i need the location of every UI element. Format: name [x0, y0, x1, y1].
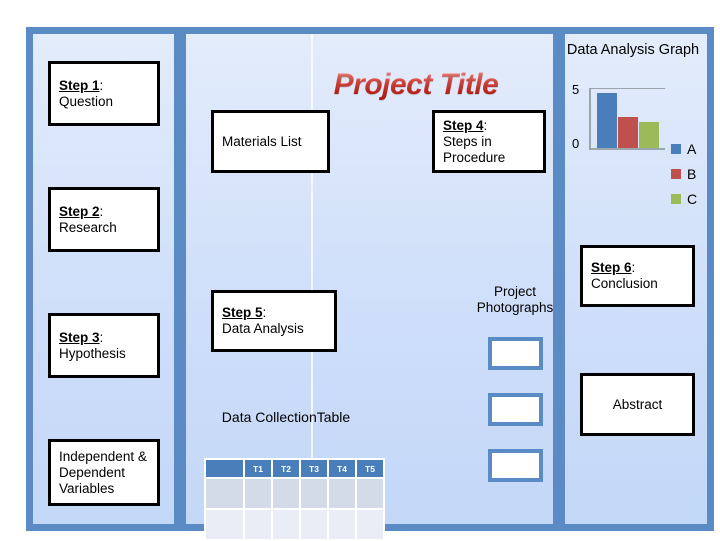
table-cell[interactable]: [301, 479, 327, 508]
chart-ytick-min: 0: [572, 136, 580, 151]
step-4-separator: :: [483, 117, 488, 133]
step-3-label: Step 3: [59, 329, 100, 345]
table-cell[interactable]: [301, 510, 327, 539]
chart-ytick-max: 5: [572, 82, 580, 97]
step-3-box[interactable]: Step 3: Hypothesis: [48, 313, 160, 378]
table-cell[interactable]: [245, 479, 271, 508]
chart-plot-area: [589, 88, 665, 150]
step-3-line: Step 3:: [59, 330, 149, 346]
project-display-board: Step 1: Question Step 2: Research Step 3…: [26, 27, 714, 541]
table-cell[interactable]: [357, 479, 383, 508]
abstract-box[interactable]: Abstract: [580, 373, 695, 436]
chart-y-axis: [589, 88, 591, 150]
step-2-box[interactable]: Step 2: Research: [48, 187, 160, 252]
table-header-row: T1 T2 T3 T4 T5: [206, 460, 383, 477]
table-header-t5: T5: [357, 460, 383, 477]
step-3-text: Hypothesis: [59, 345, 126, 361]
table-row: [206, 479, 383, 508]
board-panel-center: Project Title Materials List Step 4: Ste…: [186, 34, 553, 541]
table-cell[interactable]: [245, 510, 271, 539]
legend-swatch-icon: [671, 143, 681, 154]
chart-legend-item-c: C: [671, 186, 697, 211]
materials-list-box[interactable]: Materials List: [211, 110, 330, 173]
step-5-text: Data Analysis: [222, 321, 304, 336]
table-cell[interactable]: [273, 479, 299, 508]
step-4-box[interactable]: Step 4: Steps in Procedure: [432, 110, 546, 173]
data-collection-table-label: Data CollectionTable: [221, 409, 351, 425]
step-3-separator: :: [99, 329, 104, 345]
project-photographs-label: Project Photographs: [476, 284, 554, 315]
chart-legend: A B C: [671, 136, 697, 211]
table-cell[interactable]: [273, 510, 299, 539]
board-panel-right: Data Analysis Graph 5 0 A B C Step 6: Co…: [565, 34, 707, 524]
step-6-separator: :: [631, 260, 636, 275]
step-2-separator: :: [99, 203, 104, 219]
step-6-label: Step 6: [591, 260, 632, 275]
panel-seam-line: [311, 34, 313, 524]
materials-list-text: Materials List: [222, 133, 302, 149]
step-1-line: Step 1:: [59, 78, 149, 94]
step-2-line: Step 2:: [59, 204, 149, 220]
chart-legend-item-a: A: [671, 136, 697, 161]
step-1-separator: :: [99, 77, 104, 93]
photo-placeholder-3[interactable]: [488, 449, 543, 482]
step-6-box[interactable]: Step 6: Conclusion: [580, 245, 695, 307]
abstract-text: Abstract: [612, 396, 663, 412]
chart-bar-b: [618, 116, 638, 148]
table-header-t3: T3: [301, 460, 327, 477]
table-row: [206, 510, 383, 539]
table-cell[interactable]: [329, 479, 355, 508]
legend-swatch-icon: [671, 168, 681, 179]
step-1-label: Step 1: [59, 77, 100, 93]
chart-bars: [597, 88, 659, 148]
variables-text: Independent & Dependent Variables: [59, 448, 147, 496]
step-4-text: Steps in Procedure: [443, 133, 506, 165]
chart-legend-item-b: B: [671, 161, 697, 186]
chart-bar-a: [597, 92, 617, 148]
step-6-text: Conclusion: [591, 276, 658, 291]
data-collection-table[interactable]: T1 T2 T3 T4 T5: [204, 458, 385, 541]
legend-swatch-icon: [671, 193, 681, 204]
step-5-separator: :: [262, 305, 267, 320]
table-cell[interactable]: [206, 510, 243, 539]
legend-label-a: A: [687, 140, 697, 157]
legend-label-b: B: [687, 165, 697, 182]
step-2-label: Step 2: [59, 203, 100, 219]
table-header-t4: T4: [329, 460, 355, 477]
chart-title: Data Analysis Graph: [566, 42, 700, 58]
chart-x-axis: [589, 148, 665, 150]
step-5-label: Step 5: [222, 305, 263, 320]
table-header-t1: T1: [245, 460, 271, 477]
page-title: Project Title: [286, 68, 546, 102]
variables-box[interactable]: Independent & Dependent Variables: [48, 439, 160, 506]
step-1-text: Question: [59, 93, 114, 109]
table-header-t2: T2: [273, 460, 299, 477]
legend-label-c: C: [687, 190, 698, 207]
table-header-corner: [206, 460, 243, 477]
data-analysis-chart: 5 0 A B C: [567, 82, 707, 207]
photo-placeholder-1[interactable]: [488, 337, 543, 370]
step-5-box[interactable]: Step 5: Data Analysis: [211, 290, 337, 352]
step-5-line: Step 5:: [222, 305, 326, 321]
step-2-text: Research: [59, 219, 117, 235]
step-1-box[interactable]: Step 1: Question: [48, 61, 160, 126]
table-cell[interactable]: [206, 479, 243, 508]
board-panel-left: Step 1: Question Step 2: Research Step 3…: [33, 34, 174, 524]
photo-placeholder-2[interactable]: [488, 393, 543, 426]
step-6-line: Step 6:: [591, 260, 684, 276]
table-cell[interactable]: [357, 510, 383, 539]
table-cell[interactable]: [329, 510, 355, 539]
chart-bar-c: [639, 121, 659, 148]
step-4-label: Step 4: [443, 117, 484, 133]
step-4-line: Step 4:: [443, 118, 535, 134]
